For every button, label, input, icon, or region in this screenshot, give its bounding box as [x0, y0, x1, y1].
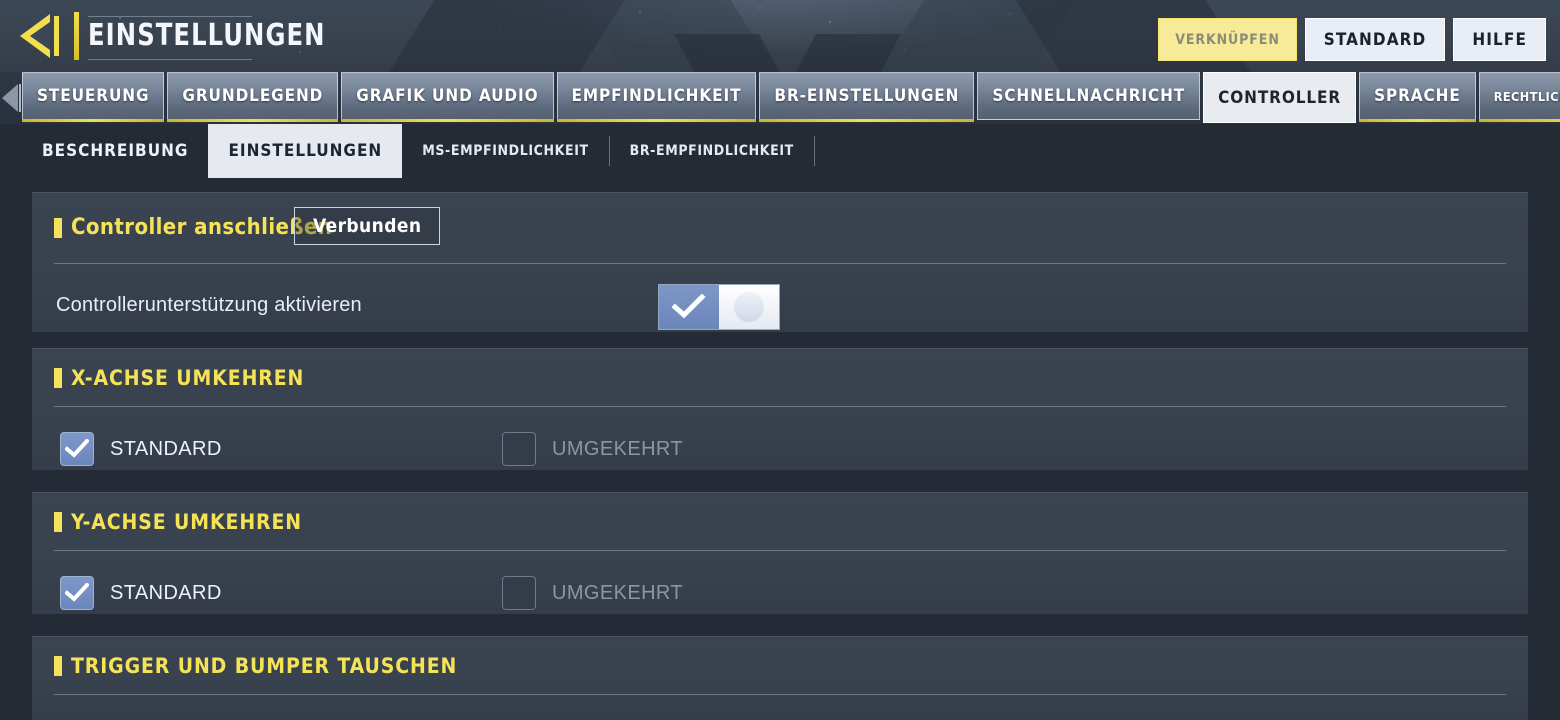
- toggle-on-side: [659, 285, 719, 329]
- checkbox-x-standard[interactable]: STANDARD: [60, 432, 222, 466]
- panel-swap-triggers: TRIGGER UND BUMPER TAUSCHEN: [32, 636, 1528, 720]
- tab-list: STEUERUNG GRUNDLEGEND GRAFIK UND AUDIO E…: [22, 72, 1560, 124]
- tab-grundlegend[interactable]: GRUNDLEGEND: [167, 72, 339, 122]
- tab-grafik-und-audio[interactable]: GRAFIK UND AUDIO: [341, 72, 554, 122]
- header-buttons: VERKNÜPFEN STANDARD HILFE: [1158, 18, 1546, 61]
- subtab-label: EINSTELLUNGEN: [228, 141, 383, 161]
- section-title: Y-ACHSE UMKEHREN: [71, 510, 303, 534]
- header-bar: EINSTELLUNGEN VERKNÜPFEN STANDARD HILFE: [0, 0, 1560, 72]
- subtab-divider: [813, 136, 815, 166]
- checkbox-label: STANDARD: [110, 437, 222, 460]
- tab-controller[interactable]: CONTROLLER: [1203, 72, 1357, 123]
- section-header-invert-x: X-ACHSE UMKEHREN: [54, 366, 304, 390]
- tab-label: BR-EINSTELLUNGEN: [774, 86, 960, 106]
- page-title: EINSTELLUNGEN: [88, 18, 326, 53]
- tab-underline: [22, 119, 165, 122]
- subtab-einstellungen[interactable]: EINSTELLUNGEN: [208, 124, 403, 178]
- tab-underline: [341, 119, 554, 122]
- checkbox-y-inverted[interactable]: UMGEKEHRT: [502, 576, 683, 610]
- panel-invert-y: Y-ACHSE UMKEHREN STANDARD UMGEKEHRT: [32, 492, 1528, 614]
- tab-sprache[interactable]: SPRACHE: [1359, 72, 1476, 122]
- title-accent-bar: [74, 12, 79, 60]
- tab-label: EMPFINDLICHKEIT: [571, 86, 742, 106]
- checkbox-checked-icon: [60, 432, 94, 466]
- tab-underline: [1359, 119, 1476, 122]
- checkbox-label: UMGEKEHRT: [552, 581, 684, 604]
- controller-support-toggle[interactable]: [658, 284, 780, 330]
- settings-screen: EINSTELLUNGEN VERKNÜPFEN STANDARD HILFE …: [0, 0, 1560, 720]
- checkbox-unchecked-icon: [502, 432, 536, 466]
- tab-label: RECHTLICHES UND DATENSCHUTZ: [1493, 88, 1560, 104]
- subtab-beschreibung[interactable]: BESCHREIBUNG: [22, 124, 208, 178]
- chevron-left-icon[interactable]: [0, 72, 22, 124]
- main-tab-strip: STEUERUNG GRUNDLEGEND GRAFIK UND AUDIO E…: [0, 72, 1560, 124]
- tab-underline: [167, 119, 339, 122]
- section-title: X-ACHSE UMKEHREN: [71, 366, 305, 390]
- checkbox-unchecked-icon: [502, 576, 536, 610]
- help-button[interactable]: HILFE: [1453, 18, 1546, 61]
- controller-status-button[interactable]: Verbunden: [294, 207, 441, 245]
- tab-steuerung[interactable]: STEUERUNG: [22, 72, 165, 122]
- tab-br-einstellungen[interactable]: BR-EINSTELLUNGEN: [759, 72, 975, 122]
- tab-underline: [759, 119, 975, 122]
- tab-label: GRAFIK UND AUDIO: [356, 86, 539, 106]
- subtab-label: MS-EMPFINDLICHKEIT: [422, 143, 589, 159]
- tab-underline: [1478, 119, 1560, 122]
- section-header-invert-y: Y-ACHSE UMKEHREN: [54, 510, 302, 534]
- toggle-knob-dot: [734, 292, 764, 322]
- row-divider: [54, 550, 1506, 551]
- tab-underline: [556, 119, 757, 122]
- row-divider: [54, 694, 1506, 695]
- checkbox-label: STANDARD: [110, 581, 222, 604]
- subtab-ms-empfindlichkeit[interactable]: MS-EMPFINDLICHKEIT: [402, 124, 608, 178]
- section-title: TRIGGER UND BUMPER TAUSCHEN: [71, 654, 458, 678]
- tab-label: SPRACHE: [1374, 86, 1461, 106]
- back-arrow-icon[interactable]: [16, 12, 68, 60]
- section-accent-bar: [54, 368, 62, 388]
- tab-label: STEUERUNG: [37, 86, 150, 106]
- title-rule-top: [88, 16, 252, 17]
- section-header-connect: Controller anschließen: [54, 215, 332, 240]
- checkbox-x-inverted[interactable]: UMGEKEHRT: [502, 432, 683, 466]
- title-rule-bottom: [88, 59, 252, 60]
- link-account-button[interactable]: VERKNÜPFEN: [1158, 18, 1297, 61]
- subtab-br-empfindlichkeit[interactable]: BR-EMPFINDLICHKEIT: [610, 124, 814, 178]
- tab-empfindlichkeit[interactable]: EMPFINDLICHKEIT: [556, 72, 757, 122]
- reset-default-button[interactable]: STANDARD: [1304, 18, 1446, 61]
- tab-label: SCHNELLNACHRICHT: [992, 86, 1186, 106]
- section-header-swap-triggers: TRIGGER UND BUMPER TAUSCHEN: [54, 654, 457, 678]
- settings-content: Controller anschließen Verbunden Control…: [0, 178, 1560, 720]
- section-accent-bar: [54, 656, 62, 676]
- section-accent-bar: [54, 217, 62, 238]
- subtab-label: BR-EMPFINDLICHKEIT: [629, 143, 794, 159]
- panel-controller-connect: Controller anschließen Verbunden Control…: [32, 192, 1528, 332]
- panel-invert-x: X-ACHSE UMKEHREN STANDARD UMGEKEHRT: [32, 348, 1528, 470]
- controller-support-label: Controllerunterstützung aktivieren: [56, 294, 362, 316]
- subtab-label: BESCHREIBUNG: [42, 141, 189, 161]
- toggle-knob: [719, 285, 779, 329]
- row-divider: [54, 406, 1506, 407]
- checkmark-icon: [672, 294, 706, 319]
- checkbox-label: UMGEKEHRT: [552, 437, 684, 460]
- section-accent-bar: [54, 512, 62, 532]
- tab-schnellnachricht[interactable]: SCHNELLNACHRICHT: [977, 72, 1201, 120]
- row-divider: [54, 263, 1506, 264]
- tab-rechtliches-und-datenschutz[interactable]: RECHTLICHES UND DATENSCHUTZ: [1478, 72, 1560, 122]
- tab-label: CONTROLLER: [1218, 87, 1342, 108]
- checkbox-y-standard[interactable]: STANDARD: [60, 576, 222, 610]
- checkbox-checked-icon: [60, 576, 94, 610]
- tab-label: GRUNDLEGEND: [182, 86, 324, 106]
- sub-tab-bar: BESCHREIBUNG EINSTELLUNGEN MS-EMPFINDLIC…: [0, 124, 1560, 178]
